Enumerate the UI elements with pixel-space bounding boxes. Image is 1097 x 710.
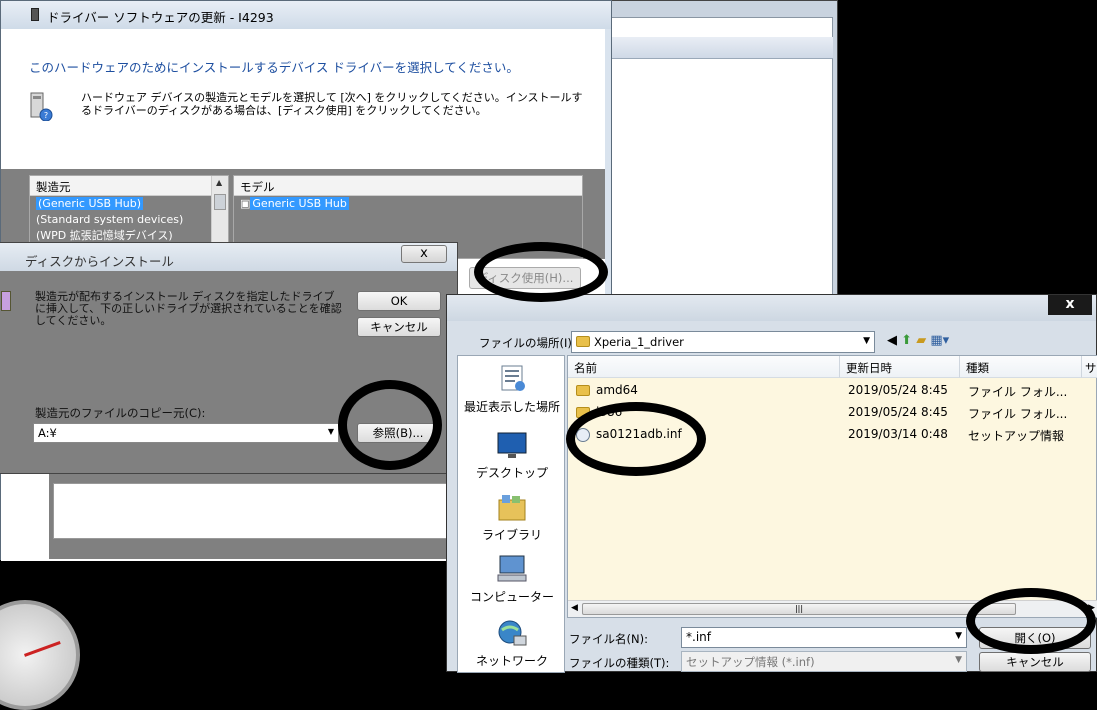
- background-window: [606, 0, 838, 300]
- file-row[interactable]: amd64 2019/05/24 8:45 ファイル フォル...: [568, 380, 1097, 402]
- annotation-circle-have-disk: [474, 242, 608, 302]
- wizard-description: ハードウェア デバイスの製造元とモデルを選択して [次へ] をクリックしてくださ…: [81, 91, 583, 117]
- dropdown-arrow-icon[interactable]: ▼: [863, 336, 870, 346]
- filetype-select[interactable]: セットアップ情報 (*.inf) ▼: [681, 651, 967, 672]
- filetype-label: ファイルの種類(T):: [569, 656, 670, 670]
- column-type[interactable]: 種類: [960, 356, 1082, 378]
- place-libraries[interactable]: ライブラリ: [458, 492, 566, 543]
- up-folder-icon[interactable]: ⬆: [901, 333, 912, 348]
- cancel-button[interactable]: キャンセル: [357, 317, 441, 337]
- filename-value: *.inf: [686, 630, 711, 644]
- manufacturer-item[interactable]: (Standard system devices): [30, 212, 228, 228]
- copy-from-label: 製造元のファイルのコピー元(C):: [35, 406, 206, 420]
- annotation-circle-inf-file: [566, 402, 706, 476]
- back-icon[interactable]: ◀: [887, 333, 897, 348]
- folder-icon: [576, 385, 590, 396]
- wizard-heading: このハードウェアのためにインストールするデバイス ドライバーを選択してください。: [29, 60, 519, 75]
- libraries-icon: [498, 495, 526, 521]
- model-header: モデル: [234, 176, 582, 196]
- place-network[interactable]: ネットワーク: [458, 618, 566, 669]
- column-size[interactable]: サ: [1082, 356, 1097, 378]
- disk-dialog-titlebar: ディスクからインストール x: [0, 243, 457, 271]
- filename-label: ファイル名(N):: [569, 632, 648, 646]
- manufacturer-item[interactable]: (Generic USB Hub): [30, 196, 228, 212]
- clock-gadget: [0, 600, 80, 710]
- dropdown-arrow-icon[interactable]: ▼: [955, 655, 962, 665]
- column-date[interactable]: 更新日時: [840, 356, 960, 378]
- close-icon[interactable]: x: [1048, 295, 1092, 315]
- disk-dialog-title: ディスクからインストール: [25, 254, 174, 269]
- wizard-title-icon: [31, 8, 39, 21]
- filetype-value: セットアップ情報 (*.inf): [686, 655, 815, 669]
- copy-from-combo[interactable]: A:¥ ▼: [33, 423, 339, 443]
- background-window-content: [611, 17, 833, 299]
- place-computer[interactable]: コンピューター: [458, 554, 566, 605]
- scroll-up-icon[interactable]: ▲: [216, 178, 222, 187]
- network-icon: [498, 620, 527, 646]
- view-menu-icon[interactable]: ▦▾: [930, 333, 949, 348]
- close-icon[interactable]: x: [401, 245, 447, 263]
- annotation-circle-browse: [338, 380, 442, 470]
- look-in-label: ファイルの場所(I):: [479, 336, 576, 350]
- column-name[interactable]: 名前: [568, 356, 840, 378]
- look-in-combo[interactable]: Xperia_1_driver ▼: [571, 331, 875, 353]
- scroll-thumb[interactable]: |||: [582, 603, 1016, 615]
- place-recent[interactable]: 最近表示した場所: [458, 364, 566, 415]
- places-bar: 最近表示した場所 デスクトップ ライブラリ コンピューター ネットワーク: [457, 355, 565, 673]
- disk-icon: [1, 291, 11, 311]
- wizard-title: ドライバー ソフトウェアの更新 - I4293: [47, 10, 274, 25]
- file-dialog-toolbar: ◀ ⬆ ▰ ▦▾: [887, 333, 949, 348]
- computer-icon: [497, 555, 527, 582]
- folder-icon: [576, 336, 590, 347]
- disk-dialog-message: 製造元が配布するインストール ディスクを指定したドライブに挿入して、下の正しいド…: [35, 290, 342, 327]
- copy-from-value: A:¥: [38, 426, 57, 440]
- desktop-icon: [497, 432, 527, 458]
- hardware-device-icon: ?: [30, 92, 53, 121]
- background-window-toolbar: [611, 37, 833, 59]
- annotation-circle-open: [966, 588, 1096, 654]
- ok-button[interactable]: OK: [357, 291, 441, 311]
- dropdown-arrow-icon[interactable]: ▼: [955, 631, 962, 641]
- wizard-titlebar: ドライバー ソフトウェアの更新 - I4293: [1, 1, 611, 29]
- place-desktop[interactable]: デスクトップ: [458, 430, 566, 481]
- scroll-thumb[interactable]: [214, 194, 226, 210]
- svg-text:?: ?: [44, 111, 48, 120]
- model-item[interactable]: ▣ Generic USB Hub: [234, 196, 582, 212]
- cancel-button[interactable]: キャンセル: [979, 652, 1091, 672]
- wizard-lower-field: [53, 483, 453, 539]
- clock-second-hand: [24, 641, 61, 657]
- recent-places-icon: [501, 365, 525, 391]
- usb-device-icon: ▣: [240, 197, 251, 210]
- filename-input[interactable]: *.inf ▼: [681, 627, 967, 648]
- scroll-left-icon[interactable]: ◀: [571, 603, 578, 613]
- file-list[interactable]: 名前 更新日時 種類 サ amd64 2019/05/24 8:45 ファイル …: [567, 355, 1097, 618]
- manufacturer-header: 製造元: [30, 176, 228, 196]
- look-in-value: Xperia_1_driver: [594, 335, 684, 349]
- dropdown-arrow-icon[interactable]: ▼: [328, 427, 334, 436]
- new-folder-icon[interactable]: ▰: [916, 333, 926, 348]
